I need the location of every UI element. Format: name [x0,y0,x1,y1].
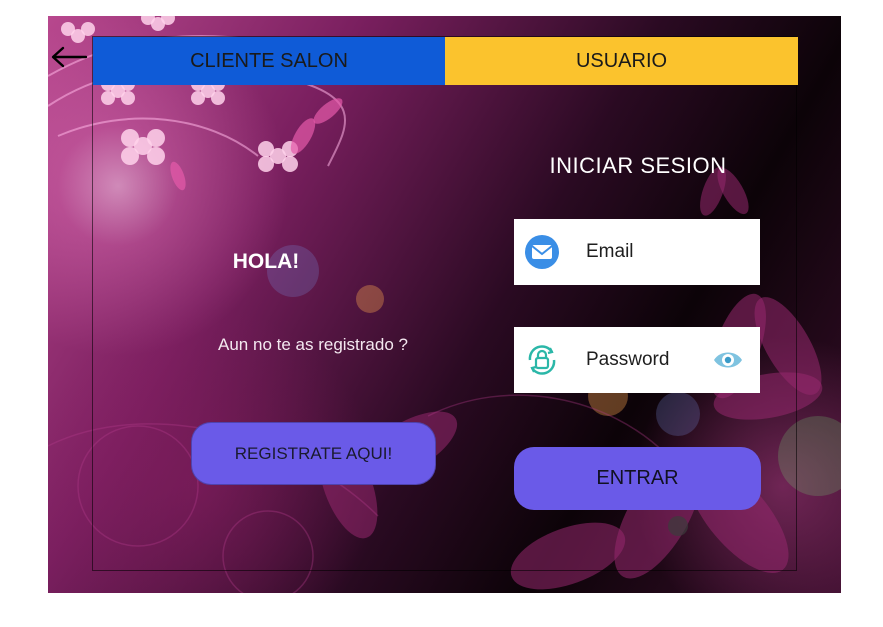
envelope-icon [525,235,559,269]
tab-usuario[interactable]: USUARIO [445,37,798,85]
login-title: INICIAR SESION [549,153,727,178]
tab-cliente-salon[interactable]: CLIENTE SALON [93,37,445,85]
email-label: Email [586,241,634,262]
login-screen: CLIENTE SALON USUARIO HOLA! Aun no te as… [48,16,841,593]
arrow-left-icon[interactable] [50,44,88,70]
register-prompt: Aun no te as registrado ? [218,335,408,354]
register-button[interactable]: REGISTRATE AQUI! [191,422,436,485]
submit-button[interactable]: ENTRAR [514,447,761,510]
email-field[interactable]: Email [514,219,760,285]
password-label: Password [586,349,670,370]
lock-icon [528,345,556,375]
greeting-heading: HOLA! [232,250,300,273]
eye-icon[interactable] [712,347,744,373]
password-field[interactable]: Password [514,327,760,393]
